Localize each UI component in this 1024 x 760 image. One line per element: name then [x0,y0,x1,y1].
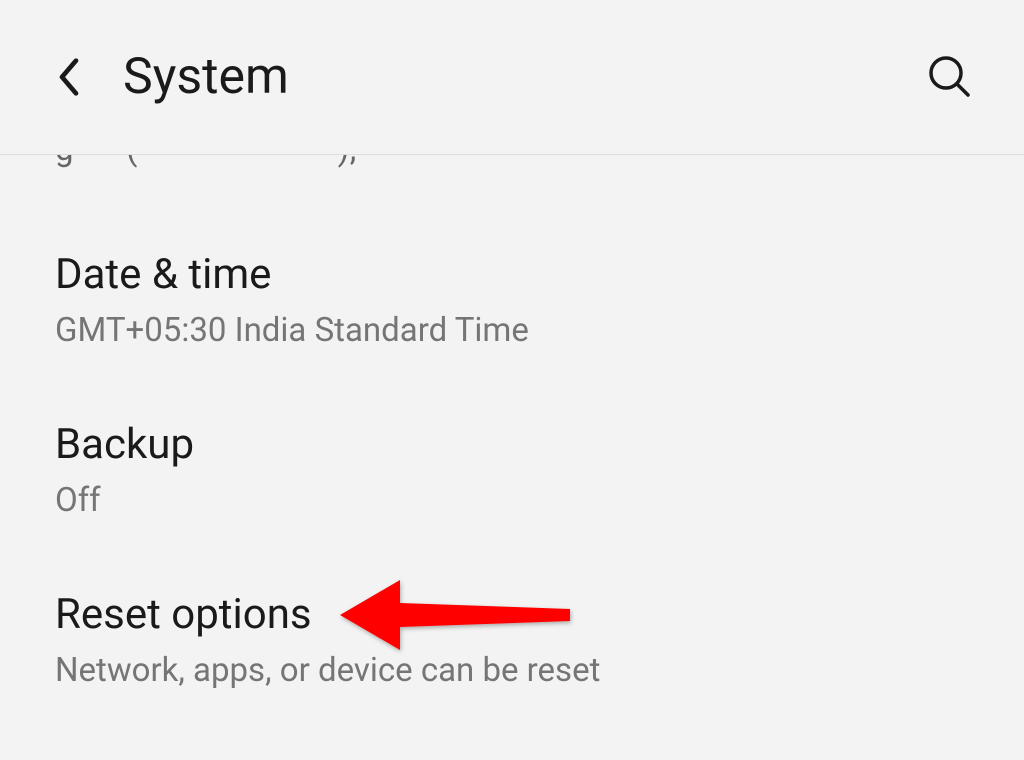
setting-title: Reset options [55,590,969,639]
page-title: System [123,48,289,106]
settings-list: g ( ), Date & time GMT+05:30 India Stand… [0,155,1024,760]
setting-subtitle: GMT+05:30 India Standard Time [55,311,969,350]
partial-cutoff-row: g ( ), [55,155,969,175]
header-bar: System [0,0,1024,155]
setting-title: Backup [55,420,969,469]
setting-row-backup[interactable]: Backup Off [55,420,969,590]
chevron-left-icon [55,56,83,98]
setting-subtitle: Network, apps, or device can be reset [55,651,969,690]
setting-row-reset-options[interactable]: Reset options Network, apps, or device c… [55,590,969,760]
setting-title: Date & time [55,250,969,299]
search-button[interactable] [926,53,974,101]
setting-subtitle: Off [55,481,969,520]
partial-text: g ( ), [55,155,357,169]
back-button[interactable] [55,56,83,98]
setting-row-date-time[interactable]: Date & time GMT+05:30 India Standard Tim… [55,250,969,420]
search-icon [926,53,974,101]
